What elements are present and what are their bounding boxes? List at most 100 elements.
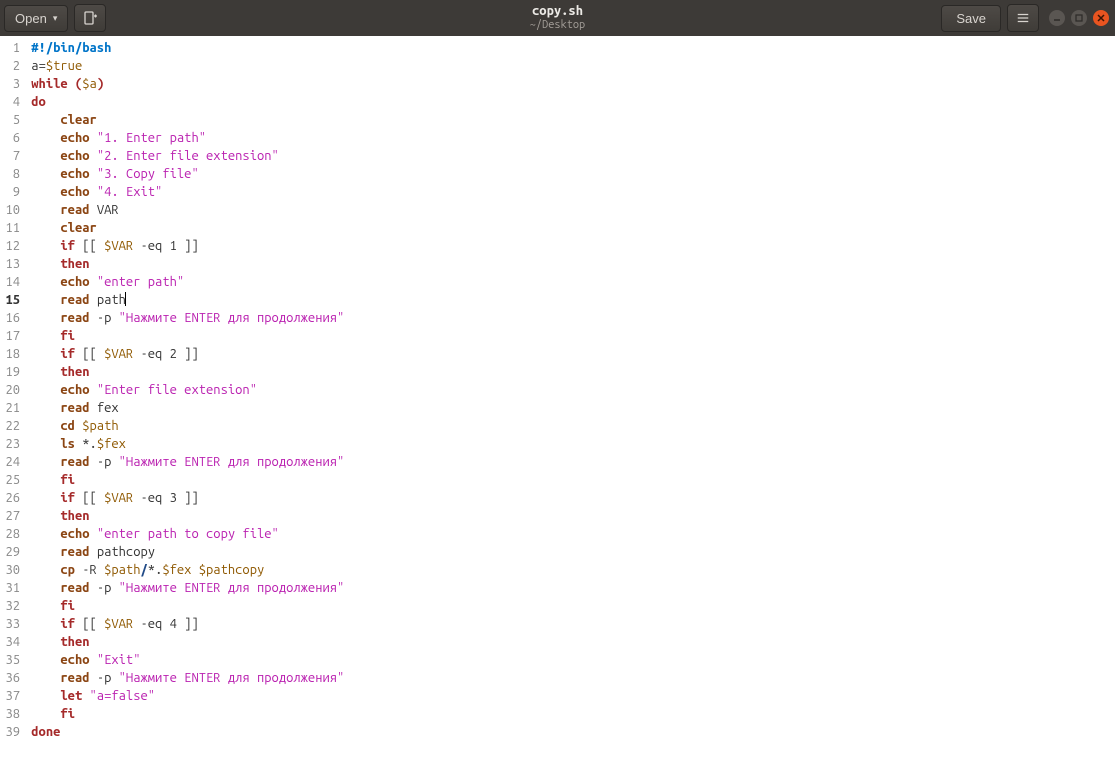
code-line[interactable]: echo "1. Enter path" [24,129,1115,147]
line-number: 13 [0,255,24,273]
line-number: 36 [0,669,24,687]
code-line[interactable]: clear [24,219,1115,237]
window-minimize-button[interactable] [1049,10,1065,26]
line-number: 10 [0,201,24,219]
line-number: 35 [0,651,24,669]
line-number: 21 [0,399,24,417]
code-line[interactable]: cp -R $path/*.$fex $pathcopy [24,561,1115,579]
line-number: 8 [0,165,24,183]
hamburger-menu-button[interactable] [1007,4,1039,32]
line-number: 34 [0,633,24,651]
title-block: copy.sh ~/Desktop [530,4,585,32]
new-document-button[interactable] [74,4,106,32]
code-line[interactable]: read -p "Нажмите ENTER для продолжения" [24,309,1115,327]
line-number: 14 [0,273,24,291]
code-line[interactable]: fi [24,327,1115,345]
line-number: 31 [0,579,24,597]
line-number: 32 [0,597,24,615]
open-button[interactable]: Open [4,5,68,32]
code-line[interactable]: if [[ $VAR -eq 3 ]] [24,489,1115,507]
minimize-icon [1053,14,1061,22]
line-number: 30 [0,561,24,579]
code-line[interactable]: let "a=false" [24,687,1115,705]
new-document-icon [82,10,98,26]
line-number: 4 [0,93,24,111]
code-line[interactable]: echo "2. Enter file extension" [24,147,1115,165]
line-number: 7 [0,147,24,165]
editor[interactable]: 1234567891011121314151617181920212223242… [0,36,1115,771]
code-line[interactable]: echo "3. Copy file" [24,165,1115,183]
line-number: 20 [0,381,24,399]
code-line[interactable]: read -p "Нажмите ENTER для продолжения" [24,669,1115,687]
code-line[interactable]: read path [24,291,1115,309]
save-button-label: Save [956,11,986,26]
code-line[interactable]: read VAR [24,201,1115,219]
line-number: 2 [0,57,24,75]
code-line[interactable]: then [24,633,1115,651]
line-number: 39 [0,723,24,741]
line-number: 28 [0,525,24,543]
line-number: 6 [0,129,24,147]
line-number: 16 [0,309,24,327]
code-line[interactable]: fi [24,705,1115,723]
code-line[interactable]: if [[ $VAR -eq 1 ]] [24,237,1115,255]
code-line[interactable]: read fex [24,399,1115,417]
line-number: 11 [0,219,24,237]
line-number: 23 [0,435,24,453]
line-number-gutter: 1234567891011121314151617181920212223242… [0,36,24,771]
line-number: 37 [0,687,24,705]
code-line[interactable]: done [24,723,1115,741]
code-line[interactable]: clear [24,111,1115,129]
line-number: 24 [0,453,24,471]
code-line[interactable]: if [[ $VAR -eq 4 ]] [24,615,1115,633]
line-number: 25 [0,471,24,489]
close-icon [1097,14,1105,22]
line-number: 9 [0,183,24,201]
code-area[interactable]: #!/bin/bash a=$true while ($a) do clear … [24,36,1115,771]
code-line[interactable]: if [[ $VAR -eq 2 ]] [24,345,1115,363]
line-number: 3 [0,75,24,93]
code-line[interactable]: read pathcopy [24,543,1115,561]
save-button[interactable]: Save [941,5,1001,32]
menu-icon [1016,11,1030,25]
line-number: 27 [0,507,24,525]
code-line[interactable]: while ($a) [24,75,1115,93]
line-number: 33 [0,615,24,633]
line-number: 26 [0,489,24,507]
code-line[interactable]: fi [24,597,1115,615]
code-line[interactable]: read -p "Нажмите ENTER для продолжения" [24,579,1115,597]
code-line[interactable]: do [24,93,1115,111]
line-number: 29 [0,543,24,561]
code-line[interactable]: then [24,363,1115,381]
code-line[interactable]: then [24,255,1115,273]
window-maximize-button[interactable] [1071,10,1087,26]
code-line[interactable]: #!/bin/bash [24,39,1115,57]
code-line[interactable]: cd $path [24,417,1115,435]
code-line[interactable]: ls *.$fex [24,435,1115,453]
line-number: 15 [0,291,24,309]
line-number: 5 [0,111,24,129]
line-number: 18 [0,345,24,363]
maximize-icon [1075,14,1083,22]
code-line[interactable]: echo "enter path to copy file" [24,525,1115,543]
code-line[interactable]: echo "enter path" [24,273,1115,291]
code-line[interactable]: fi [24,471,1115,489]
line-number: 1 [0,39,24,57]
code-line[interactable]: a=$true [24,57,1115,75]
code-line[interactable]: echo "4. Exit" [24,183,1115,201]
line-number: 22 [0,417,24,435]
titlebar: Open copy.sh ~/Desktop Save [0,0,1115,36]
window-controls [1049,10,1109,26]
window-close-button[interactable] [1093,10,1109,26]
title-path: ~/Desktop [530,19,585,32]
code-line[interactable]: read -p "Нажмите ENTER для продолжения" [24,453,1115,471]
code-line[interactable]: echo "Exit" [24,651,1115,669]
title-filename: copy.sh [530,4,585,19]
code-line[interactable]: echo "Enter file extension" [24,381,1115,399]
line-number: 38 [0,705,24,723]
open-button-label: Open [15,11,47,26]
line-number: 19 [0,363,24,381]
line-number: 17 [0,327,24,345]
code-line[interactable]: then [24,507,1115,525]
line-number: 12 [0,237,24,255]
